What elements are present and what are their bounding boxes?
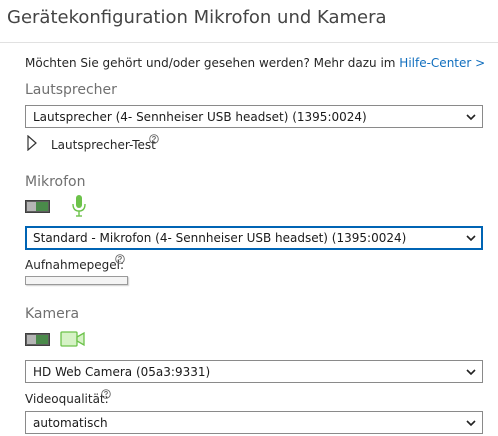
help-center-link[interactable]: Hilfe-Center > [399,56,485,70]
video-quality-select[interactable]: automatisch [25,411,483,434]
microphone-icon [72,195,86,217]
speaker-test-label[interactable]: Lautsprecher-Test [51,138,156,152]
toggle-on-fill [36,335,48,344]
intro-text: Möchten Sie gehört und/oder gesehen werd… [25,56,485,70]
page-title: Gerätekonfiguration Mikrofon und Kamera [7,7,387,28]
video-quality-label: Videoqualität: [25,392,109,406]
chevron-down-icon [466,420,476,427]
speaker-select[interactable]: Lautsprecher (4- Sennheiser USB headset)… [25,105,483,128]
recording-level-meter [25,276,128,285]
video-camera-icon [60,331,85,347]
camera-toggle[interactable] [25,333,50,346]
microphone-selected-value: Standard - Mikrofon (4- Sennheiser USB h… [33,231,407,245]
help-icon[interactable] [101,389,111,399]
help-icon[interactable] [149,134,159,144]
video-quality-selected-value: automatisch [33,415,108,430]
intro-message: Möchten Sie gehört und/oder gesehen werd… [25,56,400,70]
chevron-down-icon [466,235,476,242]
microphone-select[interactable]: Standard - Mikrofon (4- Sennheiser USB h… [25,226,483,250]
speaker-selected-value: Lautsprecher (4- Sennheiser USB headset)… [33,109,367,124]
microphone-heading: Mikrofon [25,174,86,190]
chevron-down-icon [466,369,476,376]
toggle-knob [27,335,36,344]
speaker-heading: Lautsprecher [25,82,117,98]
title-divider [0,42,498,43]
camera-heading: Kamera [25,306,80,322]
chevron-down-icon [466,114,476,121]
recording-level-label: Aufnahmepegel: [25,258,125,272]
play-icon[interactable] [27,135,37,151]
camera-select[interactable]: HD Web Camera (05a3:9331) [25,360,483,383]
help-icon[interactable] [115,254,125,264]
toggle-knob [27,202,36,211]
microphone-toggle[interactable] [25,200,50,213]
camera-selected-value: HD Web Camera (05a3:9331) [33,364,211,379]
toggle-on-fill [36,202,48,211]
